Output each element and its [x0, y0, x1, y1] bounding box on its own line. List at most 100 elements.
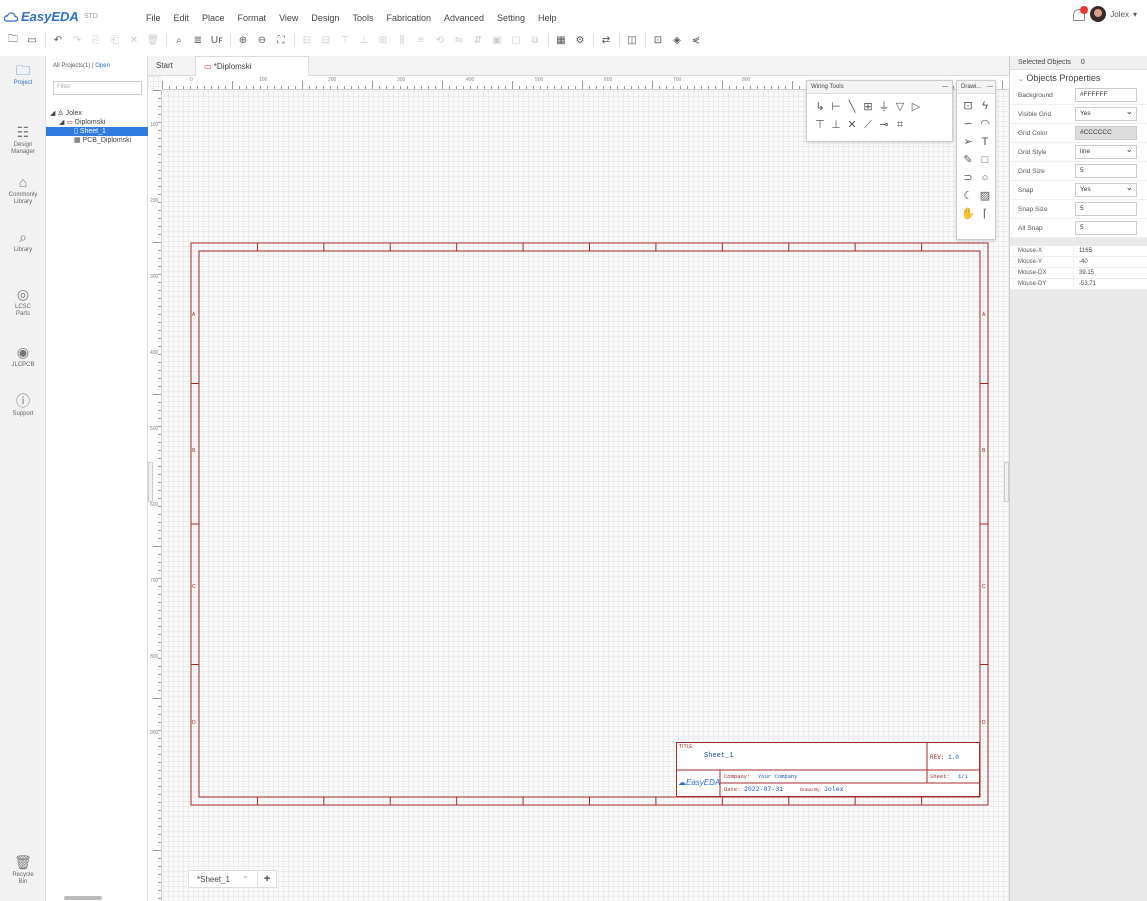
rail-commonly-library[interactable]: ⌂ Commonly Library [0, 174, 46, 206]
layers-icon[interactable]: ◈ [669, 32, 685, 48]
drawing-tools-panel[interactable]: Drawi... — ⊡ ϟ ∽ ◠ ➢ T ✎ □ ⊃ ○ ☾ ▨ ✋ ⌈ [956, 80, 996, 240]
netlist-icon[interactable]: ▦ [553, 32, 569, 48]
align-bottom-icon[interactable]: ⊥ [356, 32, 372, 48]
snap-size-input[interactable]: 5 [1075, 202, 1137, 216]
tab-start[interactable]: Start [148, 56, 181, 76]
export-icon[interactable]: ⊡ [650, 32, 666, 48]
user-dropdown-icon[interactable]: ▾ [1133, 10, 1137, 19]
pie-icon[interactable]: ☾ [961, 190, 975, 202]
project-filter-input[interactable]: Filter [53, 81, 142, 95]
bus-icon[interactable]: ⊢ [829, 101, 843, 113]
netflag-gnd-icon[interactable]: ⊥ [829, 119, 843, 131]
net-label-icon[interactable]: ⊞ [861, 101, 875, 113]
hand-icon[interactable]: ✋ [961, 208, 975, 220]
ground-icon[interactable]: ⏚ [877, 101, 891, 113]
collapse-icon[interactable]: ◢ [59, 119, 64, 126]
align-right-icon[interactable]: ⊟ [318, 32, 334, 48]
bus-entry-icon[interactable]: ╲ [845, 101, 859, 113]
new-document-icon[interactable]: 🗀 [5, 32, 21, 48]
zoom-fit-icon[interactable]: ⛶ [273, 32, 289, 48]
wiring-tools-panel[interactable]: Wiring Tools — ↳ ⊢ ╲ ⊞ ⏚ ▽ ▷ ⊤ ⊥ ✕ ⟋ ⊸ ⌗ [806, 80, 953, 142]
tab-open-projects[interactable]: Open [95, 63, 110, 69]
left-panel-collapse-handle[interactable] [148, 462, 153, 502]
tab-all-projects[interactable]: All Projects(1) [53, 63, 90, 69]
rail-support[interactable]: ⓘ Support [0, 393, 46, 418]
bom-icon[interactable]: ⚙ [572, 32, 588, 48]
wiring-tools-header[interactable]: Wiring Tools — [807, 81, 952, 94]
picture-icon[interactable]: ▨ [978, 190, 992, 202]
tab-diplomski[interactable]: ▭ *Diplomski [195, 56, 309, 76]
tree-node-owner[interactable]: ◢ ♙ Jolex [46, 109, 148, 118]
zoom-in-icon[interactable]: ⊕ [235, 32, 251, 48]
polygon-icon[interactable]: ⊃ [961, 172, 975, 184]
image-icon[interactable]: ⊡ [961, 100, 975, 112]
align-top-icon[interactable]: ⊤ [337, 32, 353, 48]
pin-icon[interactable]: ⊸ [877, 119, 891, 131]
background-color-input[interactable]: #FFFFFF [1075, 88, 1137, 102]
sheet-tab-menu-icon[interactable]: ⌃ [242, 875, 249, 884]
menu-format[interactable]: Format [238, 13, 267, 23]
menu-edit[interactable]: Edit [174, 13, 190, 23]
menu-tools[interactable]: Tools [352, 13, 373, 23]
snap-icon[interactable]: ≣ [190, 32, 206, 48]
rail-jlcpcb[interactable]: ◉ JLCPCB [0, 344, 46, 369]
avatar[interactable] [1090, 6, 1107, 22]
rectangle-icon[interactable]: □ [978, 154, 992, 166]
snap-select[interactable]: Yes [1075, 181, 1137, 197]
send-back-icon[interactable]: ▢ [508, 32, 524, 48]
minimize-icon[interactable]: — [987, 81, 993, 94]
pencil-icon[interactable]: ✎ [961, 154, 975, 166]
bring-front-icon[interactable]: ▣ [489, 32, 505, 48]
menu-help[interactable]: Help [538, 13, 557, 23]
net-port-icon[interactable]: ▷ [909, 101, 923, 113]
rail-lcsc-parts[interactable]: ◎ LCSC Parts [0, 286, 46, 318]
group-icon[interactable]: ⧉ [527, 32, 543, 48]
align-left-icon[interactable]: ⊟ [299, 32, 315, 48]
flip-h-icon[interactable]: ⇋ [451, 32, 467, 48]
paste-icon[interactable]: ⎗ [107, 32, 123, 48]
unit-icon[interactable]: Uꜰ [209, 32, 225, 48]
menu-file[interactable]: File [146, 13, 161, 23]
circle-icon[interactable]: ○ [978, 172, 992, 184]
zoom-out-icon[interactable]: ⊖ [254, 32, 270, 48]
simulation-icon[interactable]: ◫ [624, 32, 640, 48]
distribute-v-icon[interactable]: ≡ [413, 32, 429, 48]
menu-advanced[interactable]: Advanced [444, 13, 484, 23]
distribute-h-icon[interactable]: ⫼ [394, 32, 410, 48]
arc-icon[interactable]: ◠ [978, 118, 992, 130]
text-icon[interactable]: T [978, 136, 992, 148]
freehand-icon[interactable]: ϟ [978, 100, 992, 112]
delete-icon[interactable]: 🗑 [145, 32, 161, 48]
rotate-icon[interactable]: ⟲ [432, 32, 448, 48]
alt-snap-input[interactable]: 5 [1075, 221, 1137, 235]
canvas-origin-icon[interactable]: ⌈ [978, 208, 992, 220]
undo-icon[interactable]: ↶ [50, 32, 66, 48]
scrollbar-thumb[interactable] [64, 896, 102, 900]
copy-icon[interactable]: ⎘ [88, 32, 104, 48]
save-icon[interactable]: ▭ [24, 32, 40, 48]
user-area[interactable]: Jolex ▾ [1072, 6, 1137, 22]
project-panel-scrollbar[interactable] [52, 896, 142, 900]
flip-v-icon[interactable]: ⇵ [470, 32, 486, 48]
arrow-icon[interactable]: ➢ [961, 136, 975, 148]
rail-recycle-bin[interactable]: 🗑 Recycle Bin [0, 854, 46, 886]
menu-design[interactable]: Design [311, 13, 339, 23]
drawing-tools-header[interactable]: Drawi... — [957, 81, 995, 94]
schematic-canvas[interactable]: 0 100 200 300 400 500 600 700 800 100 20… [148, 76, 1009, 901]
tree-node-sheet[interactable]: ▯ Sheet_1 [46, 127, 148, 136]
find-icon[interactable]: ⌕ [171, 32, 187, 48]
minimize-icon[interactable]: — [942, 81, 948, 94]
no-connect-icon[interactable]: ✕ [845, 119, 859, 131]
convert-pcb-icon[interactable]: ⇄ [598, 32, 614, 48]
grid-style-select[interactable]: line [1075, 143, 1137, 159]
easyeda-logo[interactable]: EasyEDA STD [4, 9, 98, 24]
grid-color-input[interactable]: #CCCCCC [1075, 126, 1137, 140]
visible-grid-select[interactable]: Yes [1075, 105, 1137, 121]
user-name[interactable]: Jolex [1110, 10, 1129, 19]
tree-node-project[interactable]: ◢ ▭ Diplomski [46, 118, 148, 127]
menu-place[interactable]: Place [202, 13, 225, 23]
rail-project[interactable]: 🗀 Project [0, 62, 46, 87]
menu-setting[interactable]: Setting [497, 13, 525, 23]
collapse-icon[interactable]: ◢ [50, 110, 55, 117]
menu-view[interactable]: View [279, 13, 298, 23]
